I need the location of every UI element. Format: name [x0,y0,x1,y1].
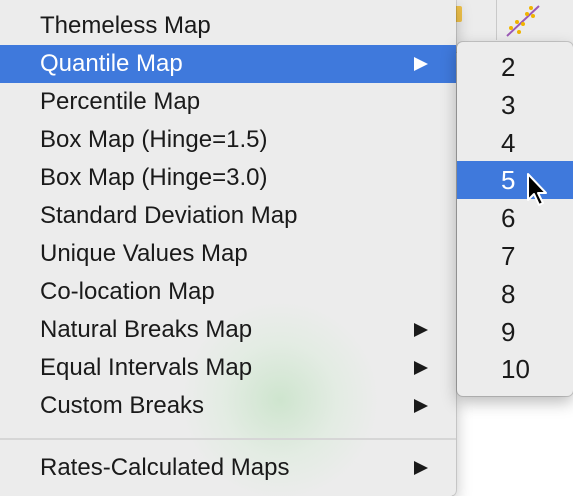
submenu-item-label: 7 [501,241,516,271]
submenu-item-9[interactable]: 9 [457,313,573,351]
menu-item-label: Unique Values Map [40,240,248,267]
submenu-item-label: 3 [501,90,516,120]
quantile-count-submenu: 2 3 4 5 6 7 8 9 10 [457,42,573,396]
menu-item-standard-deviation-map[interactable]: Standard Deviation Map [0,197,456,235]
menu-separator [0,438,456,440]
submenu-item-4[interactable]: 4 [457,124,573,162]
menu-item-rates-calculated-maps[interactable]: Rates-Calculated Maps [0,449,456,487]
submenu-item-label: 6 [501,203,516,233]
submenu-item-3[interactable]: 3 [457,86,573,124]
scatter-plot-icon[interactable] [503,2,543,38]
menu-item-label: Standard Deviation Map [40,202,298,229]
submenu-arrow-icon [414,461,428,475]
menu-item-label: Equal Intervals Map [40,354,253,381]
submenu-item-label: 10 [501,354,530,384]
menu-item-custom-breaks[interactable]: Custom Breaks [0,387,456,425]
toolbar-divider [496,0,497,40]
submenu-item-5[interactable]: 5 [457,161,573,199]
menu-item-label: Custom Breaks [40,392,205,419]
submenu-arrow-icon [414,361,428,375]
menu-item-equal-intervals-map[interactable]: Equal Intervals Map [0,349,456,387]
submenu-arrow-icon [414,323,428,337]
submenu-arrow-icon [414,57,428,71]
menu-item-label: Quantile Map [40,50,183,77]
submenu-item-2[interactable]: 2 [457,48,573,86]
submenu-item-label: 2 [501,52,516,82]
menu-item-label: Percentile Map [40,88,201,115]
map-type-menu: Themeless Map Quantile Map Percentile Ma… [0,0,456,496]
submenu-item-label: 8 [501,279,516,309]
menu-item-label: Co-location Map [40,278,215,305]
menu-item-label: Box Map (Hinge=3.0) [40,164,268,191]
menu-item-box-map-hinge-3-0[interactable]: Box Map (Hinge=3.0) [0,159,456,197]
menu-item-label: Rates-Calculated Maps [40,454,290,481]
submenu-item-label: 9 [501,317,516,347]
menu-item-label: Natural Breaks Map [40,316,253,343]
submenu-item-10[interactable]: 10 [457,350,573,388]
menu-item-label: Box Map (Hinge=1.5) [40,126,268,153]
menu-item-box-map-hinge-1-5[interactable]: Box Map (Hinge=1.5) [0,121,456,159]
menu-item-quantile-map[interactable]: Quantile Map [0,45,456,83]
submenu-item-8[interactable]: 8 [457,275,573,313]
mouse-pointer-icon [527,173,547,206]
menu-item-themeless-map[interactable]: Themeless Map [0,7,456,45]
menu-item-unique-values-map[interactable]: Unique Values Map [0,235,456,273]
submenu-item-7[interactable]: 7 [457,237,573,275]
submenu-item-6[interactable]: 6 [457,199,573,237]
menu-item-natural-breaks-map[interactable]: Natural Breaks Map [0,311,456,349]
menu-item-label: Themeless Map [40,12,211,39]
menu-item-co-location-map[interactable]: Co-location Map [0,273,456,311]
menu-item-percentile-map[interactable]: Percentile Map [0,83,456,121]
submenu-arrow-icon [414,399,428,413]
submenu-item-label: 4 [501,128,516,158]
submenu-item-label: 5 [501,165,516,195]
